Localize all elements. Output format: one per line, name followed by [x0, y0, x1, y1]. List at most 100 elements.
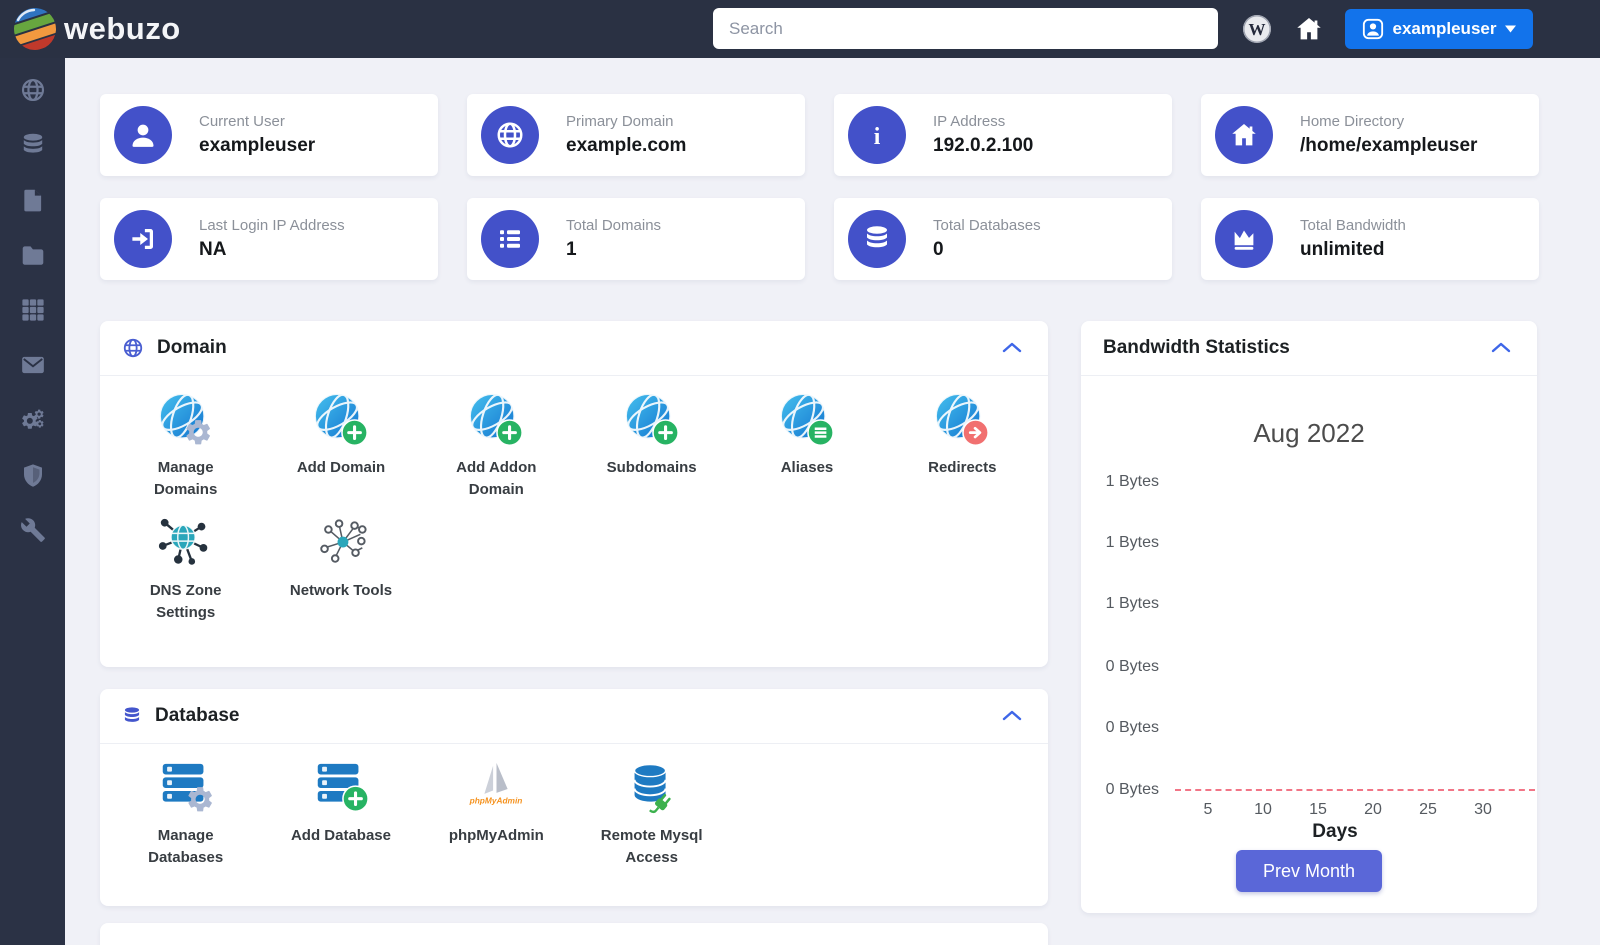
- globe-list-icon: [778, 391, 835, 447]
- dns-network-icon: [158, 518, 207, 565]
- card-total-databases: Total Databases 0: [834, 198, 1172, 280]
- y-tick-label: 0 Bytes: [1105, 719, 1159, 736]
- card-label: Total Bandwidth: [1300, 217, 1406, 234]
- shield-icon: [23, 464, 42, 487]
- stat-cards: Current User exampleuser Primary Domain …: [100, 94, 1539, 280]
- tile-add-addon-domain[interactable]: Add Addon Domain: [419, 390, 574, 501]
- x-tick-label: 30: [1474, 801, 1492, 818]
- x-tick-label: 10: [1254, 801, 1272, 818]
- caret-down-icon: [1505, 25, 1517, 33]
- user-menu-label: exampleuser: [1392, 19, 1497, 38]
- zero-baseline: [1175, 789, 1535, 791]
- sidebar-item-email[interactable]: [19, 352, 46, 378]
- collapse-domain-button[interactable]: [998, 337, 1026, 360]
- tile-label: Add Addon Domain: [456, 459, 537, 498]
- logo-text: webuzo: [64, 11, 181, 46]
- y-tick-label: 1 Bytes: [1105, 473, 1159, 490]
- database-panel-header: Database: [100, 689, 1048, 744]
- server-plus-icon: [317, 763, 370, 813]
- chevron-up-icon: [1491, 342, 1511, 352]
- sidebar-item-files[interactable]: [19, 187, 46, 213]
- card-label: Total Domains: [566, 217, 662, 234]
- sidebar-item-settings[interactable]: [19, 407, 46, 433]
- home-icon[interactable]: [1294, 14, 1324, 49]
- database-icon: [124, 707, 140, 722]
- area-chart-icon: [1215, 210, 1273, 268]
- webuzo-logo-icon: [12, 6, 58, 52]
- sidebar-item-domains[interactable]: [19, 77, 46, 103]
- prev-month-button[interactable]: Prev Month: [1236, 850, 1382, 892]
- tile-redirects[interactable]: Redirects: [885, 390, 1040, 501]
- grid-icon: [21, 299, 44, 321]
- tile-label: DNS Zone Settings: [149, 582, 222, 621]
- tile-manage-databases[interactable]: Manage Databases: [108, 758, 263, 869]
- globe-plus-icon: [312, 391, 369, 447]
- card-value: 0: [933, 239, 944, 260]
- globe-icon: [21, 78, 44, 102]
- tile-label: Subdomains: [606, 459, 697, 476]
- sidebar-item-apps[interactable]: [19, 297, 46, 323]
- card-current-user: Current User exampleuser: [100, 94, 438, 176]
- tile-aliases[interactable]: Aliases: [729, 390, 884, 501]
- card-value: exampleuser: [199, 135, 316, 156]
- tile-network-tools[interactable]: Network Tools: [263, 513, 418, 624]
- sidebar-item-folders[interactable]: [19, 242, 46, 268]
- webuzo-logo[interactable]: webuzo: [12, 6, 181, 52]
- tile-manage-domains[interactable]: Manage Domains: [108, 390, 263, 501]
- collapse-bandwidth-button[interactable]: [1487, 337, 1515, 360]
- database-icon: [23, 133, 42, 153]
- card-value: example.com: [566, 135, 687, 156]
- card-total-bandwidth: Total Bandwidth unlimited: [1201, 198, 1539, 280]
- tile-label: phpMyAdmin: [448, 827, 544, 844]
- wordpress-icon[interactable]: W: [1242, 14, 1272, 49]
- chevron-up-icon: [1002, 342, 1022, 352]
- tile-label: Add Database: [290, 827, 391, 844]
- folder-icon: [22, 246, 43, 265]
- tile-label: Network Tools: [289, 582, 393, 599]
- search-input[interactable]: [713, 8, 1218, 49]
- tile-phpmyadmin[interactable]: phpMyAdmin phpMyAdmin: [419, 758, 574, 869]
- x-tick-label: 25: [1419, 801, 1437, 818]
- phpmyadmin-icon: phpMyAdmin: [469, 762, 523, 806]
- tile-label: Aliases: [780, 459, 834, 476]
- tile-add-database[interactable]: Add Database: [263, 758, 418, 869]
- card-label: Primary Domain: [566, 113, 674, 130]
- sidebar-item-tools[interactable]: [19, 517, 46, 543]
- bandwidth-panel-header: Bandwidth Statistics: [1081, 321, 1537, 376]
- globe-icon: [481, 106, 539, 164]
- server-gear-icon: [162, 763, 212, 812]
- list-icon: [481, 210, 539, 268]
- panel-title: Database: [155, 705, 240, 726]
- bandwidth-panel: Bandwidth Statistics Aug 2022 1 Bytes 1 …: [1081, 321, 1537, 913]
- card-home-directory: Home Directory /home/exampleuser: [1201, 94, 1539, 176]
- tile-label: Manage Domains: [153, 459, 218, 498]
- svg-text:phpMyAdmin: phpMyAdmin: [469, 796, 523, 806]
- card-ip-address: i IP Address 192.0.2.100: [834, 94, 1172, 176]
- database-icon: [848, 210, 906, 268]
- tile-remote-mysql-access[interactable]: Remote Mysql Access: [574, 758, 729, 869]
- panel-title: Bandwidth Statistics: [1103, 337, 1290, 358]
- card-value: /home/exampleuser: [1300, 135, 1478, 156]
- login-icon: [114, 210, 172, 268]
- database-tiles: Manage Databases Add Database phpMyAdmin: [100, 744, 1048, 879]
- user-menu-button[interactable]: exampleuser: [1345, 9, 1533, 49]
- x-tick-label: 20: [1364, 801, 1382, 818]
- card-label: Last Login IP Address: [199, 217, 345, 234]
- tile-dns-zone-settings[interactable]: DNS Zone Settings: [108, 513, 263, 624]
- svg-text:i: i: [874, 124, 881, 150]
- card-last-login-ip: Last Login IP Address NA: [100, 198, 438, 280]
- tile-subdomains[interactable]: Subdomains: [574, 390, 729, 501]
- globe-arrow-icon: [933, 391, 990, 447]
- tile-label: Remote Mysql Access: [600, 827, 703, 866]
- card-label: Total Databases: [933, 217, 1041, 234]
- database-panel: Database Manage Databases Add Database p…: [100, 689, 1048, 906]
- wrench-icon: [20, 518, 45, 542]
- sidebar-item-security[interactable]: [19, 462, 46, 488]
- collapse-database-button[interactable]: [998, 705, 1026, 728]
- sidebar-item-databases[interactable]: [19, 132, 46, 158]
- bandwidth-chart: Aug 2022 1 Bytes 1 Bytes 1 Bytes 0 Bytes…: [1081, 376, 1537, 913]
- panel-title: Domain: [157, 337, 227, 358]
- tile-add-domain[interactable]: Add Domain: [263, 390, 418, 501]
- card-label: Current User: [199, 113, 285, 130]
- sidebar: [0, 58, 65, 945]
